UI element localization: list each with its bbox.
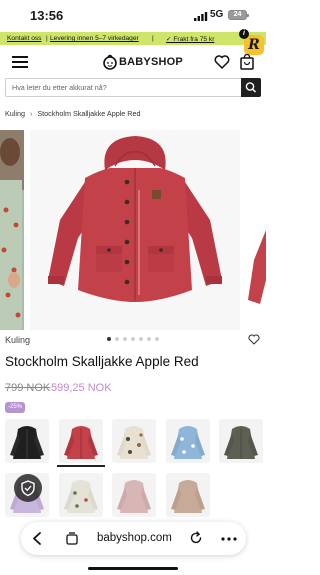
previous-image[interactable] bbox=[0, 130, 24, 330]
jacket-thumb-image bbox=[112, 419, 156, 463]
promo-bar: Kontakt oss | Levering innen 5–7 virkeda… bbox=[0, 32, 266, 45]
sale-price: 599,25 NOK bbox=[51, 382, 112, 394]
variant-thumb-beige[interactable] bbox=[166, 473, 210, 517]
baby-face-icon bbox=[103, 54, 117, 70]
status-time: 13:56 bbox=[30, 8, 64, 23]
pagination-dot[interactable] bbox=[115, 337, 119, 341]
pagination-dot[interactable] bbox=[147, 337, 151, 341]
product-gallery[interactable] bbox=[0, 130, 266, 330]
signal-icon bbox=[194, 12, 208, 21]
back-arrow-icon[interactable] bbox=[30, 530, 46, 547]
info-icon: i bbox=[239, 29, 249, 39]
variant-thumb-animal-print[interactable] bbox=[112, 419, 156, 463]
page: { "status_bar": { "time": "13:56", "netw… bbox=[0, 0, 266, 575]
pagination-dot[interactable] bbox=[107, 337, 111, 341]
jacket-image bbox=[30, 130, 240, 330]
site-header: BABYSHOP bbox=[0, 46, 266, 78]
chevron-right-icon: › bbox=[29, 109, 33, 118]
heart-icon[interactable] bbox=[214, 55, 230, 69]
variant-thumb-cream-print[interactable] bbox=[59, 473, 103, 517]
pagination-dot[interactable] bbox=[139, 337, 143, 341]
privacy-shield-button[interactable] bbox=[14, 474, 42, 502]
status-bar: 13:56 5G 24 bbox=[0, 0, 266, 32]
search-button[interactable] bbox=[241, 78, 261, 97]
jacket-thumb-image bbox=[59, 473, 103, 517]
jacket-thumb-image bbox=[59, 419, 103, 463]
browser-toolbar: babyshop.com bbox=[21, 522, 246, 555]
search-icon bbox=[245, 82, 257, 93]
variant-thumb-apple-red[interactable] bbox=[59, 419, 103, 463]
jacket-thumb-image bbox=[112, 473, 156, 517]
address-bar-url[interactable]: babyshop.com bbox=[97, 532, 172, 544]
logo-text: BABYSHOP bbox=[119, 56, 183, 68]
jacket-thumb-image bbox=[5, 419, 49, 463]
delivery-link[interactable]: Levering innen 5–7 virkedager bbox=[50, 35, 139, 42]
jacket-thumb-image bbox=[166, 419, 210, 463]
reload-icon[interactable] bbox=[189, 531, 203, 545]
promo-separator: | bbox=[46, 35, 48, 42]
discount-badge: -25% bbox=[5, 402, 25, 413]
breadcrumb-item[interactable]: Stockholm Skalljakke Apple Red bbox=[37, 109, 140, 118]
product-brand[interactable]: Kuling bbox=[5, 335, 30, 345]
breadcrumb-item[interactable]: Kuling bbox=[5, 109, 25, 118]
variant-thumb-rose[interactable] bbox=[112, 473, 156, 517]
battery-icon: 24 bbox=[228, 10, 249, 20]
promo-separator: | bbox=[152, 35, 154, 42]
search-input[interactable] bbox=[6, 79, 241, 96]
pagination-dot[interactable] bbox=[123, 337, 127, 341]
shipping-link[interactable]: ✓ Frakt fra 75 kr bbox=[166, 35, 214, 43]
gallery-pagination bbox=[107, 337, 159, 341]
breadcrumb: Kuling › Stockholm Skalljakke Apple Red bbox=[5, 109, 140, 118]
network-label: 5G bbox=[210, 9, 224, 20]
variant-thumb-olive[interactable] bbox=[219, 419, 263, 463]
shield-icon bbox=[21, 480, 35, 497]
variant-thumb-black[interactable] bbox=[5, 419, 49, 463]
product-title: Stockholm Skalljakke Apple Red bbox=[5, 354, 199, 369]
contact-link[interactable]: Kontakt oss bbox=[7, 35, 41, 42]
next-image[interactable] bbox=[244, 230, 266, 330]
bag-icon[interactable] bbox=[240, 54, 254, 70]
pagination-dot[interactable] bbox=[155, 337, 159, 341]
search-bar bbox=[5, 78, 261, 97]
tabs-icon[interactable] bbox=[66, 532, 78, 545]
jacket-thumb-image bbox=[166, 473, 210, 517]
selected-variant-indicator bbox=[57, 465, 105, 467]
home-indicator[interactable] bbox=[88, 567, 178, 570]
next-jacket-image bbox=[248, 230, 266, 304]
variant-thumb-blue-print[interactable] bbox=[166, 419, 210, 463]
kids-photo-image bbox=[0, 130, 24, 330]
original-price: 799 NOK bbox=[5, 382, 51, 394]
menu-icon[interactable] bbox=[12, 56, 28, 68]
wishlist-heart-icon[interactable] bbox=[248, 334, 260, 345]
pagination-dot[interactable] bbox=[131, 337, 135, 341]
product-main-image[interactable] bbox=[30, 130, 240, 330]
jacket-thumb-image bbox=[219, 419, 263, 463]
more-options-icon[interactable] bbox=[221, 537, 237, 541]
